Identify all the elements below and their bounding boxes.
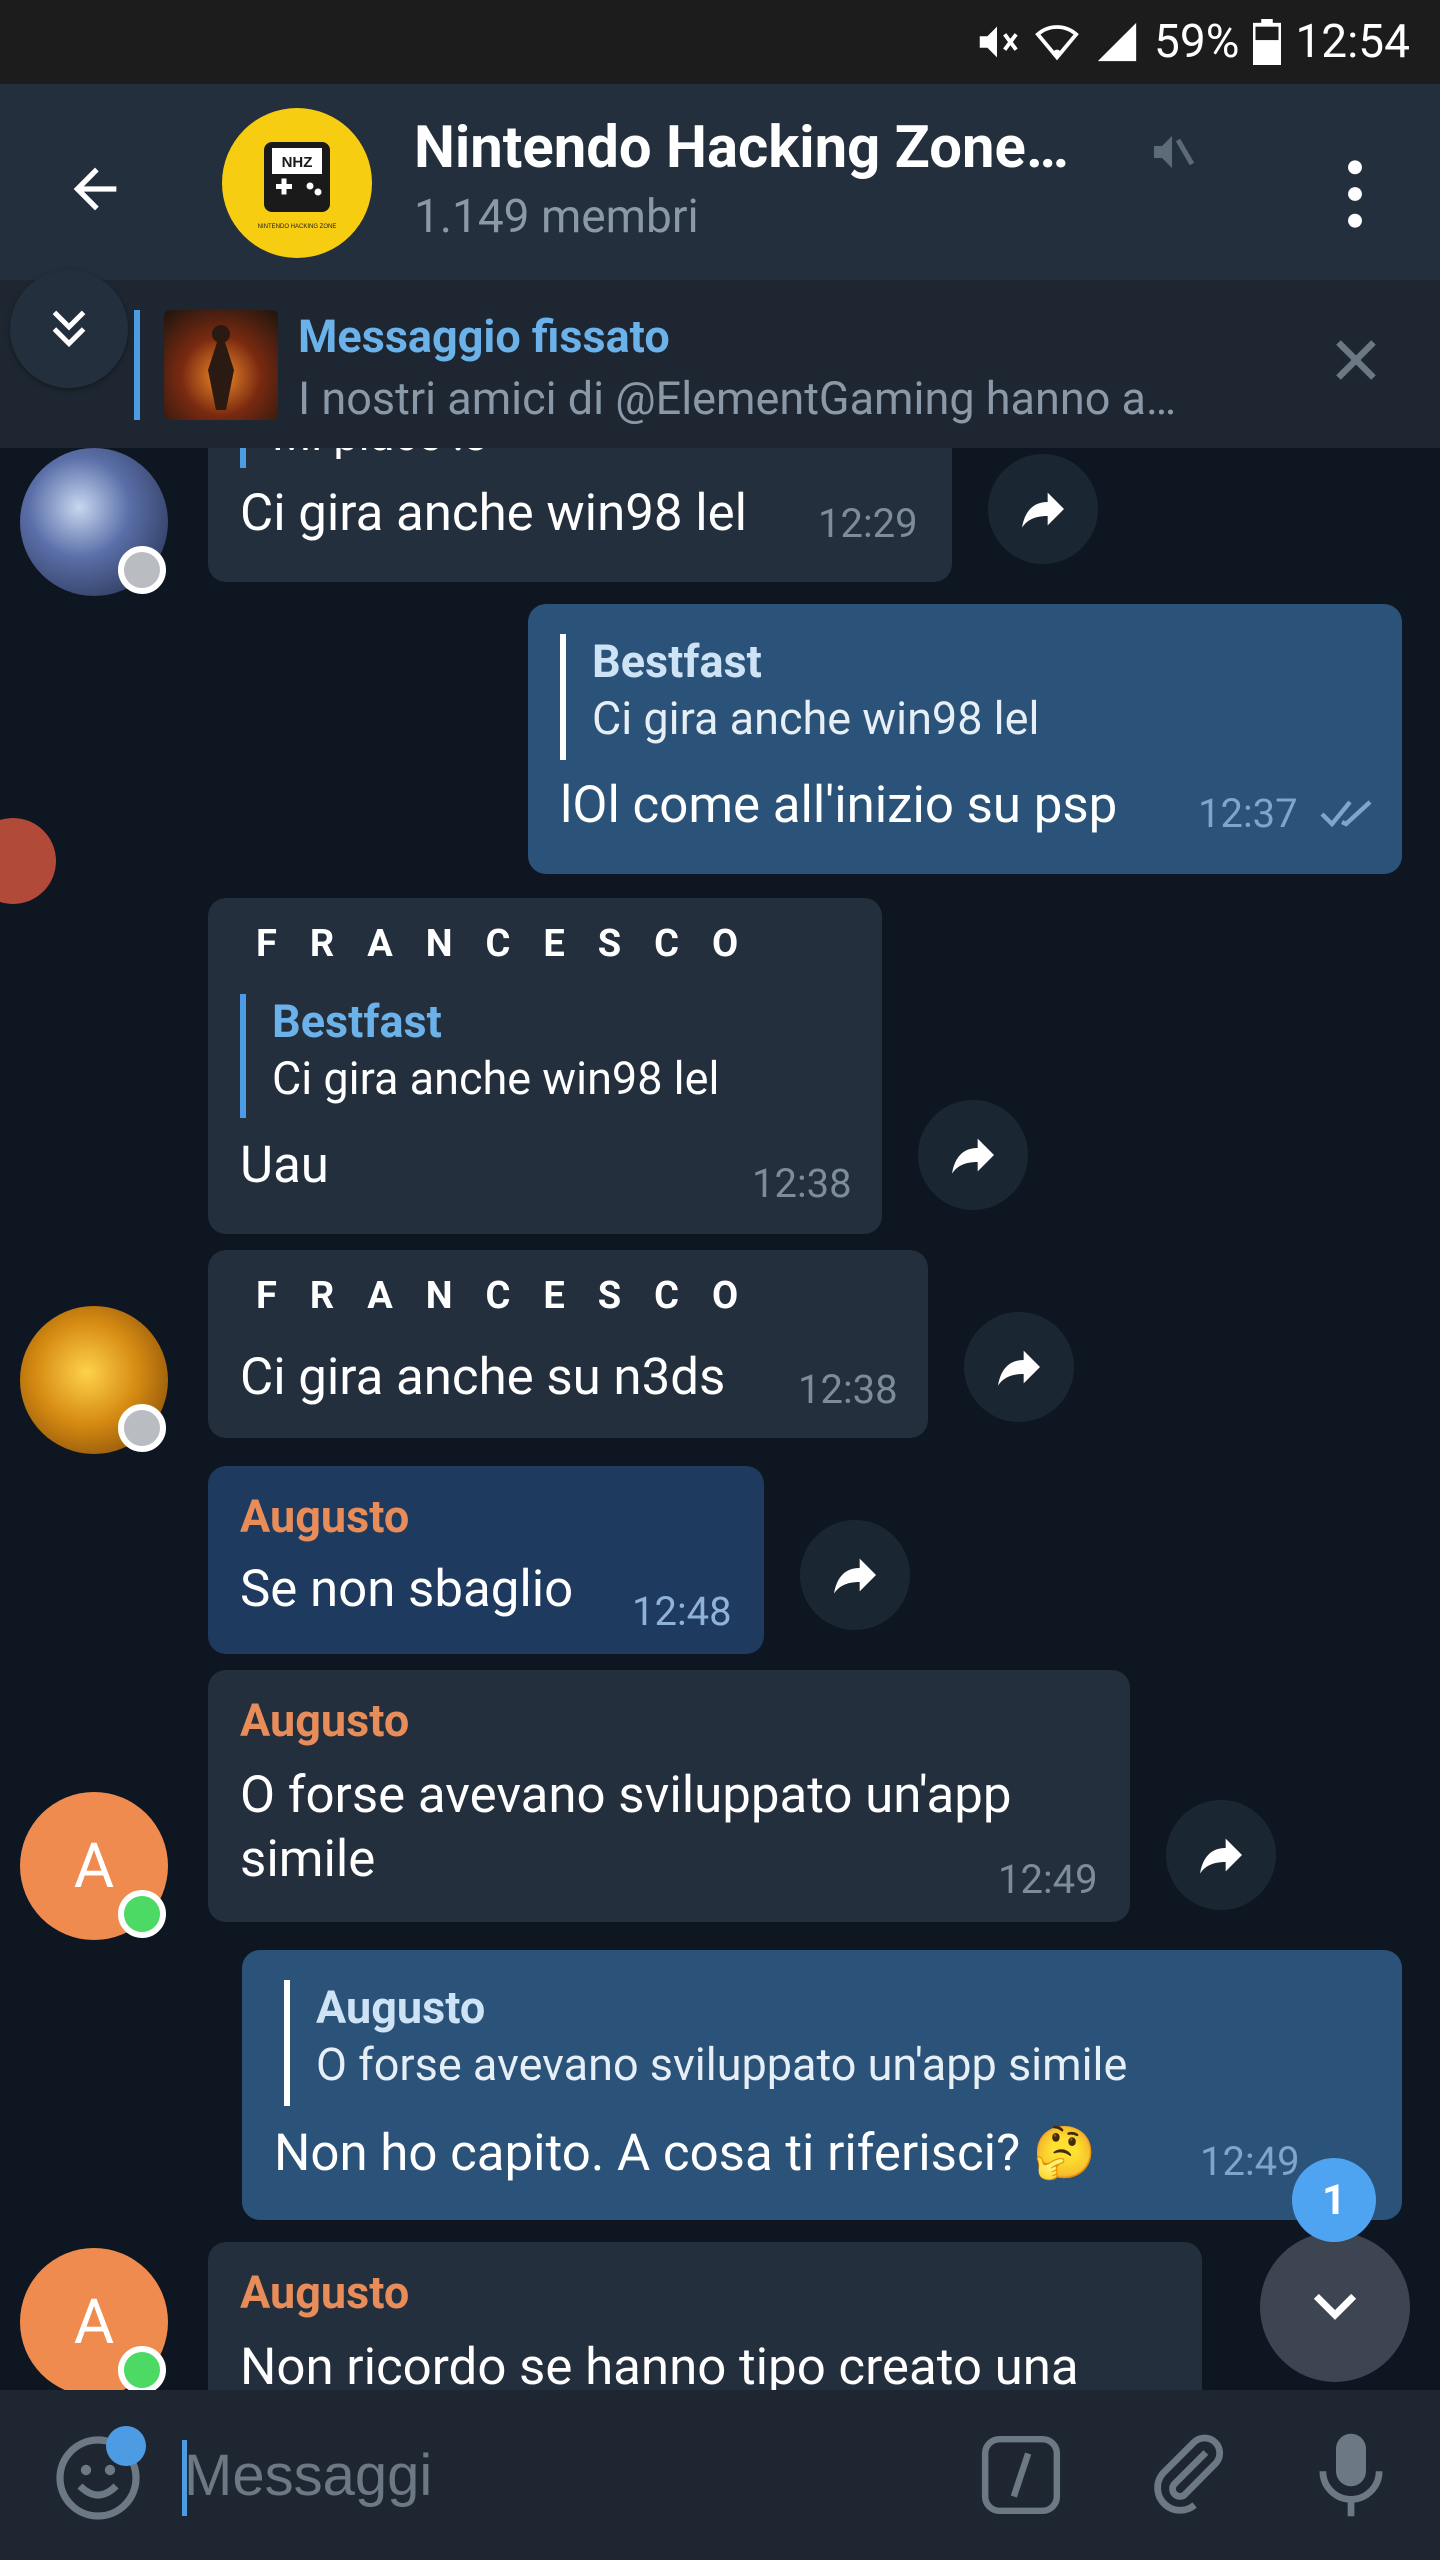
microphone-icon: [1319, 2433, 1383, 2517]
battery-icon: [1253, 19, 1282, 65]
online-status-dot: [118, 2346, 166, 2390]
message-bubble[interactable]: Augusto O forse avevano sviluppato un'ap…: [208, 1670, 1130, 1922]
back-button[interactable]: [50, 144, 140, 234]
pinned-title: Messaggio fissato: [298, 310, 670, 363]
pinned-message-bar[interactable]: Messaggio fissato I nostri amici di @Ele…: [0, 270, 1440, 448]
slash-command-icon: [981, 2435, 1061, 2515]
chat-title[interactable]: Nintendo Hacking Zone…: [414, 114, 1069, 182]
message-list[interactable]: Mi piace :3 Ci gira anche win98 lel 12:2…: [0, 448, 1440, 2390]
mute-volume-icon: [979, 26, 1018, 58]
message-text: Non ricordo se hanno tipo creato una: [240, 2338, 1079, 2390]
message-composer: [0, 2390, 1440, 2560]
more-options-button[interactable]: [1330, 154, 1380, 234]
attach-button[interactable]: [1144, 2430, 1234, 2520]
sender-name: Augusto: [240, 2266, 410, 2319]
message-input[interactable]: [182, 2430, 942, 2520]
svg-text:NINTENDO HACKING ZONE: NINTENDO HACKING ZONE: [258, 224, 337, 230]
clock: 12:54: [1295, 15, 1410, 69]
share-arrow-icon: [998, 1350, 1040, 1386]
message-time: 12:37: [1198, 790, 1298, 837]
message-bubble-outgoing[interactable]: Bestfast Ci gira anche win98 lel lOl com…: [528, 604, 1402, 874]
message-text: Se non sbaglio: [240, 1560, 574, 1619]
notification-dot: [106, 2426, 146, 2466]
status-bar: 59% 12:54: [0, 0, 1440, 84]
message-text: Ci gira anche su n3ds: [240, 1348, 726, 1407]
message-text: lOl come all'inizio su psp: [560, 776, 1118, 835]
side-sticker: [0, 818, 56, 904]
unread-badge: 1: [1292, 2158, 1376, 2242]
offline-status-dot: [118, 1404, 166, 1452]
message-bubble[interactable]: Augusto Se non sbaglio 12:48: [208, 1466, 764, 1654]
jump-to-pinned-button[interactable]: [10, 270, 128, 388]
emoji-button[interactable]: [50, 2426, 146, 2526]
message-time: 12:38: [798, 1366, 898, 1413]
arrow-left-icon: [73, 167, 117, 211]
message-text: Uau: [240, 1136, 329, 1195]
signal-icon: [1097, 22, 1137, 62]
pinned-text: I nostri amici di @ElementGaming hanno a…: [298, 372, 1177, 425]
message-bubble[interactable]: Mi piace :3 Ci gira anche win98 lel 12:2…: [208, 448, 952, 582]
forward-button[interactable]: [1166, 1800, 1276, 1910]
svg-text:NHZ: NHZ: [282, 154, 313, 171]
paperclip-icon: [1154, 2434, 1224, 2514]
more-vertical-icon: [1348, 160, 1362, 228]
chat-header: NHZ NINTENDO HACKING ZONE Nintendo Hacki…: [0, 84, 1440, 280]
wifi-icon: [1035, 25, 1079, 61]
close-icon[interactable]: [1326, 330, 1386, 390]
reply-quote: Bestfast Ci gira anche win98 lel: [560, 634, 1039, 760]
share-arrow-icon: [1200, 1838, 1242, 1874]
share-arrow-icon: [1022, 492, 1064, 528]
group-avatar[interactable]: NHZ NINTENDO HACKING ZONE: [222, 108, 372, 258]
message-text: O forse avevano sviluppato un'app simile: [240, 1766, 1012, 1889]
share-arrow-icon: [834, 1558, 876, 1594]
sender-name: FRANCESCO: [256, 1274, 772, 1318]
reply-quote: Augusto O forse avevano sviluppato un'ap…: [284, 1980, 1127, 2106]
member-count: 1.149 membri: [414, 190, 699, 244]
message-bubble-outgoing[interactable]: Augusto O forse avevano sviluppato un'ap…: [242, 1950, 1402, 2220]
sender-name: Augusto: [240, 1694, 410, 1747]
message-time: 12:48: [632, 1588, 732, 1635]
offline-status-dot: [118, 546, 166, 594]
message-bubble[interactable]: Augusto Non ricordo se hanno tipo creato…: [208, 2242, 1202, 2390]
battery-percent: 59%: [1154, 15, 1240, 69]
message-text: Ci gira anche win98 lel: [240, 484, 748, 543]
pinned-accent-line: [134, 310, 140, 420]
scroll-to-bottom-button[interactable]: [1260, 2232, 1410, 2382]
chevron-down-icon: [1313, 2293, 1357, 2320]
message-bubble[interactable]: FRANCESCO Ci gira anche su n3ds 12:38: [208, 1250, 928, 1438]
bot-commands-button[interactable]: [978, 2432, 1064, 2518]
nhz-logo-icon: NHZ NINTENDO HACKING ZONE: [258, 142, 337, 230]
sender-name: FRANCESCO: [256, 922, 772, 966]
double-chevron-down-icon: [52, 310, 86, 348]
forward-button[interactable]: [988, 454, 1098, 564]
sender-name: Augusto: [240, 1490, 410, 1543]
message-bubble[interactable]: FRANCESCO Bestfast Ci gira anche win98 l…: [208, 898, 882, 1234]
share-arrow-icon: [952, 1138, 994, 1174]
message-time: 12:38: [752, 1160, 852, 1207]
forward-button[interactable]: [918, 1100, 1028, 1210]
forward-button[interactable]: [964, 1312, 1074, 1422]
message-time: 12:49: [998, 1856, 1098, 1903]
double-check-icon: [1320, 800, 1372, 828]
reply-quote: Mi piace :3: [240, 448, 489, 468]
message-time: 12:29: [818, 500, 918, 547]
muted-icon: [1154, 136, 1195, 168]
message-text: Non ho capito. A cosa ti riferisci? 🤔: [274, 2124, 1097, 2183]
message-time: 12:49: [1200, 2138, 1300, 2185]
forward-button[interactable]: [800, 1520, 910, 1630]
pinned-thumbnail: [164, 310, 278, 420]
online-status-dot: [118, 1890, 166, 1938]
reply-quote: Bestfast Ci gira anche win98 lel: [240, 994, 719, 1118]
voice-record-button[interactable]: [1306, 2426, 1396, 2524]
